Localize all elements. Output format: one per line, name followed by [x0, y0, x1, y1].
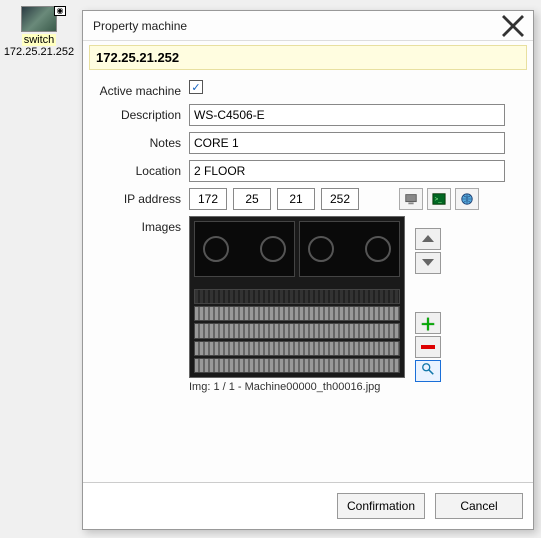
arrow-up-icon — [422, 235, 434, 242]
label-notes: Notes — [89, 132, 189, 150]
switch-thumbnail — [21, 6, 57, 32]
titlebar: Property machine — [83, 11, 533, 41]
confirmation-button[interactable]: Confirmation — [337, 493, 425, 519]
plus-icon: ＋ — [420, 311, 436, 335]
camera-badge-icon: ◉ — [54, 6, 66, 16]
close-icon — [501, 14, 525, 38]
image-remove-button[interactable] — [415, 336, 441, 358]
image-preview[interactable] — [189, 216, 405, 378]
monitor-icon — [404, 192, 418, 206]
label-description: Description — [89, 104, 189, 122]
dialog-footer: Confirmation Cancel — [83, 482, 533, 529]
label-location: Location — [89, 160, 189, 178]
description-input[interactable] — [189, 104, 505, 126]
ip-octet-3[interactable] — [277, 188, 315, 210]
location-input[interactable] — [189, 160, 505, 182]
active-checkbox[interactable]: ✓ — [189, 80, 203, 94]
notes-input[interactable] — [189, 132, 505, 154]
switch-chassis-image — [190, 217, 404, 377]
svg-text:>_: >_ — [435, 196, 443, 203]
label-ip: IP address — [89, 188, 189, 206]
window-title: Property machine — [93, 19, 501, 33]
minus-icon — [421, 345, 435, 349]
desktop-icon-label: switch — [22, 34, 57, 46]
label-images: Images — [89, 216, 189, 234]
image-caption: Img: 1 / 1 - Machine00000_th00016.jpg — [189, 381, 405, 393]
property-machine-window: Property machine 172.25.21.252 Active ma… — [82, 10, 534, 530]
image-up-button[interactable] — [415, 228, 441, 250]
terminal-icon: >_ — [432, 192, 446, 206]
image-down-button[interactable] — [415, 252, 441, 274]
terminal-button[interactable]: >_ — [427, 188, 451, 210]
ip-octet-2[interactable] — [233, 188, 271, 210]
image-add-button[interactable]: ＋ — [415, 312, 441, 334]
image-zoom-button[interactable] — [415, 360, 441, 382]
ip-octet-4[interactable] — [321, 188, 359, 210]
cancel-button[interactable]: Cancel — [435, 493, 523, 519]
close-button[interactable] — [501, 14, 525, 38]
arrow-down-icon — [422, 259, 434, 266]
label-active: Active machine — [89, 80, 189, 98]
desktop-icon-ip: 172.25.21.252 — [2, 46, 76, 58]
ip-header: 172.25.21.252 — [89, 45, 527, 70]
form-area: Active machine ✓ Description Notes Locat… — [83, 80, 533, 482]
desktop-switch-icon[interactable]: ◉ switch 172.25.21.252 — [2, 6, 76, 58]
globe-icon — [460, 192, 474, 206]
magnify-icon — [421, 362, 435, 376]
ip-octet-1[interactable] — [189, 188, 227, 210]
globe-button[interactable] — [455, 188, 479, 210]
monitor-button[interactable] — [399, 188, 423, 210]
